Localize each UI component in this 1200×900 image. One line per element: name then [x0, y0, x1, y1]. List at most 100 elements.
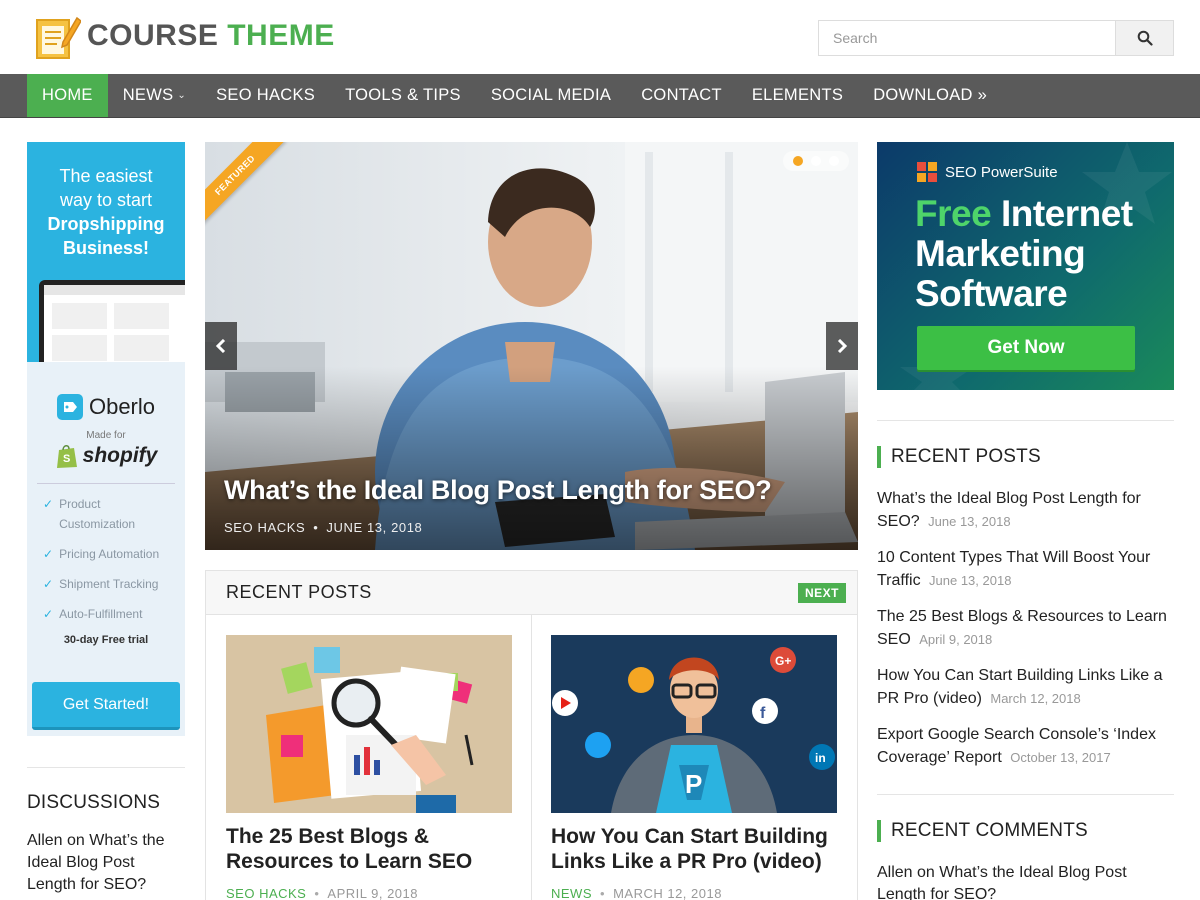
svg-text:G+: G+ [775, 654, 791, 668]
post-title-link[interactable]: The 25 Best Blogs & Resources to Learn S… [226, 824, 512, 874]
slider-prev-button[interactable] [205, 322, 237, 370]
ad-headline-line: Software [915, 273, 1068, 314]
slide-date: JUNE 13, 2018 [326, 520, 423, 535]
slider-dot[interactable] [829, 156, 839, 166]
feature-item: ✓ Shipment Tracking [43, 574, 175, 594]
logo-word-2: THEME [227, 19, 335, 52]
nav-item-social-media[interactable]: SOCIAL MEDIA [476, 74, 626, 117]
search-button[interactable] [1115, 21, 1173, 55]
nav-item-contact[interactable]: CONTACT [626, 74, 737, 117]
oberlo-brand: Oberlo [27, 394, 185, 420]
svg-text:in: in [815, 751, 826, 765]
slide-meta: SEO HACKS • JUNE 13, 2018 [224, 520, 771, 535]
post-category-link[interactable]: SEO HACKS [226, 886, 306, 900]
laptop-illustration [39, 280, 185, 362]
seo-powersuite-ad[interactable]: SEO PowerSuite Free Internet Marketing S… [877, 142, 1174, 390]
post-title-link[interactable]: How You Can Start Building Links Like a … [551, 824, 837, 874]
meta-bullet: • [313, 520, 319, 535]
check-icon: ✓ [43, 497, 54, 511]
search-input[interactable] [819, 21, 1115, 55]
slider-dot[interactable] [811, 156, 821, 166]
nav-item-news[interactable]: NEWS ⌄ [108, 74, 201, 117]
recent-post-date: April 9, 2018 [919, 631, 993, 647]
trial-label: 30-day Free trial [63, 634, 149, 646]
oberlo-ad[interactable]: The easiest way to start Dropshipping Bu… [27, 142, 185, 736]
post-date: MARCH 12, 2018 [613, 886, 722, 900]
site-logo[interactable]: COURSE THEME [33, 12, 335, 60]
oberlo-tag-icon [56, 394, 83, 420]
post-thumbnail[interactable] [226, 635, 512, 813]
ad-line-bold: Business! [62, 238, 150, 258]
ad-headline: The easiest way to start Dropshipping Bu… [27, 142, 185, 260]
slide-title-link[interactable]: What’s the Ideal Blog Post Length for SE… [224, 475, 772, 506]
post-category-link[interactable]: NEWS [551, 886, 592, 900]
nav-item-seo-hacks[interactable]: SEO HACKS [201, 74, 330, 117]
recent-posts-block: RECENT POSTS NEXT The 25 Best Blogs & Re… [205, 570, 858, 900]
post-thumbnail[interactable]: P G+ f in [551, 635, 837, 813]
logo-text: COURSE THEME [87, 19, 335, 53]
logo-word-1: COURSE [87, 19, 219, 52]
nav-label: SEO HACKS [216, 86, 316, 104]
nav-item-download[interactable]: DOWNLOAD » [858, 74, 1002, 117]
sidebar-recent-posts-list: What’s the Ideal Blog Post Length for SE… [877, 488, 1174, 783]
sidebar-recent-comments-title: RECENT COMMENTS [877, 820, 1088, 842]
slider-next-button[interactable] [826, 322, 858, 370]
slider-dot-active[interactable] [793, 156, 803, 166]
post-meta: NEWS • MARCH 12, 2018 [551, 886, 837, 900]
oberlo-name: Oberlo [88, 394, 156, 419]
seo-desk-illustration [226, 635, 512, 813]
list-item: What’s the Ideal Blog Post Length for SE… [877, 488, 1174, 533]
svg-text:S: S [63, 453, 70, 465]
recent-post-date: October 13, 2017 [1010, 749, 1111, 765]
svg-text:P: P [685, 769, 702, 799]
shopify-bag-icon: S [56, 445, 77, 468]
ad-headline-line: Free Internet [915, 193, 1133, 234]
pr-pro-illustration: P G+ f in [551, 635, 837, 813]
column-divider [531, 615, 532, 900]
ad-headline: Free Internet Marketing Software [915, 194, 1133, 314]
next-button[interactable]: NEXT [797, 582, 846, 603]
nav-label: DOWNLOAD » [873, 86, 988, 104]
get-started-button[interactable]: Get Started! [32, 682, 180, 730]
discussion-item-link[interactable]: Allen on What’s the Ideal Blog Post Leng… [27, 830, 187, 896]
divider [877, 420, 1174, 421]
sidebar-recent-posts-title: RECENT POSTS [877, 446, 1041, 468]
get-now-button[interactable]: Get Now [917, 326, 1135, 370]
nav-label: TOOLS & TIPS [345, 86, 461, 104]
recent-post-date: June 13, 2018 [928, 513, 1011, 529]
ad-line: way to start [59, 190, 153, 210]
nav-item-home[interactable]: HOME [27, 74, 108, 117]
recent-post-date: March 12, 2018 [990, 690, 1081, 706]
feature-item: ✓ Pricing Automation [43, 544, 175, 564]
recent-comment-link[interactable]: Allen on What’s the Ideal Blog Post Leng… [877, 862, 1174, 900]
ad-brand: SEO PowerSuite [917, 162, 1058, 182]
list-item: 10 Content Types That Will Boost Your Tr… [877, 547, 1174, 592]
nav-label: SOCIAL MEDIA [490, 86, 612, 104]
meta-bullet: • [600, 886, 606, 900]
featured-slider: FEATURED What’s the Ideal Blog Post Leng… [205, 142, 858, 550]
feature-item: ✓ Product Customization [43, 494, 175, 534]
recent-post-link[interactable]: 10 Content Types That Will Boost Your Tr… [877, 549, 1150, 589]
site-header: COURSE THEME [0, 0, 1200, 74]
recent-post-date: June 13, 2018 [929, 572, 1012, 588]
nav-item-elements[interactable]: ELEMENTS [737, 74, 858, 117]
notepad-pencil-icon [36, 16, 81, 59]
check-icon: ✓ [43, 577, 54, 591]
nav-label: HOME [42, 86, 93, 104]
feature-label: Shipment Tracking [59, 577, 159, 591]
powersuite-logo-icon [917, 162, 937, 182]
ad-headline-line: Marketing [915, 233, 1086, 274]
slide-category-link[interactable]: SEO HACKS [224, 520, 305, 535]
feature-label: Product Customization [59, 497, 136, 531]
feature-label: Auto-Fulfillment [59, 607, 143, 621]
ad-hero: The easiest way to start Dropshipping Bu… [27, 142, 185, 362]
nav-item-tools-tips[interactable]: TOOLS & TIPS [330, 74, 476, 117]
made-for-label: Made for [86, 430, 126, 441]
shopify-name: shopify [82, 444, 158, 467]
ad-line: The easiest [59, 166, 153, 186]
block-header: RECENT POSTS NEXT [206, 571, 857, 615]
main-nav: HOME NEWS ⌄ SEO HACKS TOOLS & TIPS SOCIAL… [0, 74, 1200, 118]
list-item: The 25 Best Blogs & Resources to Learn S… [877, 606, 1174, 651]
slide-caption: What’s the Ideal Blog Post Length for SE… [224, 475, 772, 535]
check-icon: ✓ [43, 607, 54, 621]
